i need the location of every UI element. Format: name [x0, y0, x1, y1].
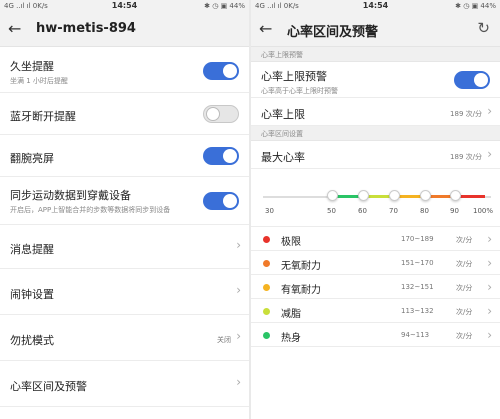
setting-upper-alert[interactable]: 心率上限预警 心率高于心率上限时预警	[251, 62, 500, 98]
tick-label: 100%	[473, 207, 494, 215]
chevron-right-icon: ›	[487, 147, 492, 161]
heart-rate-zone-slider: 30 50 60 70 80 90 100%	[251, 169, 500, 227]
slider-handle-50[interactable]	[327, 190, 338, 201]
zone-row-anaerobic[interactable]: 无氧耐力 151~170 次/分 ›	[251, 251, 500, 275]
zone-row-fatburn[interactable]: 减脂 113~132 次/分 ›	[251, 299, 500, 323]
back-arrow-icon[interactable]: ←	[8, 19, 21, 38]
row-label: 心率区间及预警	[10, 380, 87, 393]
zone-color-dot	[263, 308, 270, 315]
setting-sync-data[interactable]: 同步运动数据到穿戴设备 开启后，APP上智能合并的步数等数据将同步到设备	[0, 177, 249, 225]
upper-limit-value: 189 次/分	[450, 110, 482, 118]
zone-unit: 次/分	[456, 284, 473, 292]
chevron-right-icon: ›	[487, 256, 492, 270]
wrist-wake-toggle[interactable]	[203, 147, 239, 165]
row-label: 闹钟设置	[10, 288, 54, 301]
chevron-right-icon: ›	[236, 283, 241, 297]
left-screen: 4G ..ıl ıl 0K/s 14:54 ✱ ◷ ▣ 44% ← hw-met…	[0, 0, 249, 419]
battery-status: ✱ ◷ ▣ 44%	[204, 2, 245, 10]
zone-row-aerobic[interactable]: 有氧耐力 132~151 次/分 ›	[251, 275, 500, 299]
tick-label: 60	[358, 207, 367, 215]
upper-alert-toggle[interactable]	[454, 71, 490, 89]
zone-range: 113~132	[401, 307, 434, 315]
setting-max-heart-rate[interactable]: 最大心率 189 次/分 ›	[251, 141, 500, 169]
page-title: hw-metis-894	[36, 21, 136, 36]
sync-toggle[interactable]	[203, 192, 239, 210]
slider-handle-60[interactable]	[358, 190, 369, 201]
setting-heart-rate-zones[interactable]: 心率区间及预警 ›	[0, 361, 249, 407]
setting-wrist-wake[interactable]: 翻腕亮屏	[0, 135, 249, 177]
zone-color-dot	[263, 260, 270, 267]
chevron-right-icon: ›	[487, 328, 492, 342]
zone-color-dot	[263, 236, 270, 243]
section-header-upper-limit: 心率上限预警	[251, 47, 500, 62]
setting-sedentary-reminder[interactable]: 久坐提醒 坐满 1 小时后提醒	[0, 47, 249, 93]
setting-alarm[interactable]: 闹钟设置 ›	[0, 269, 249, 315]
chevron-right-icon: ›	[236, 238, 241, 252]
section-header-zones: 心率区间设置	[251, 126, 500, 141]
tick-label: 30	[265, 207, 274, 215]
right-screen: 4G ..ıl ıl 0K/s 14:54 ✱ ◷ ▣ 44% ← 心率区间及预…	[251, 0, 500, 419]
app-bar: ← hw-metis-894	[0, 13, 249, 47]
page-title: 心率区间及预警	[287, 25, 379, 40]
zone-row-max[interactable]: 极限 170~189 次/分 ›	[251, 227, 500, 251]
tick-label: 50	[327, 207, 336, 215]
chevron-right-icon: ›	[236, 329, 241, 343]
zone-name: 极限	[281, 237, 301, 248]
zone-row-warmup[interactable]: 热身 94~113 次/分 ›	[251, 323, 500, 347]
zone-range: 94~113	[401, 331, 430, 339]
sedentary-toggle[interactable]	[203, 62, 239, 80]
zone-color-dot	[263, 284, 270, 291]
slider-handle-90[interactable]	[450, 190, 461, 201]
row-sublabel: 开启后，APP上智能合并的步数等数据将同步到设备	[10, 206, 171, 214]
zone-unit: 次/分	[456, 308, 473, 316]
app-bar: ← 心率区间及预警 ↻	[251, 13, 500, 47]
max-hr-value: 189 次/分	[450, 153, 482, 161]
bluetooth-toggle[interactable]	[203, 105, 239, 123]
row-label: 消息提醒	[10, 243, 54, 256]
status-bar: 4G ..ıl ıl 0K/s 14:54 ✱ ◷ ▣ 44%	[0, 0, 249, 13]
setting-do-not-disturb[interactable]: 勿扰模式 关闭 ›	[0, 315, 249, 361]
zone-range: 170~189	[401, 235, 434, 243]
tick-label: 80	[420, 207, 429, 215]
zone-name: 热身	[281, 333, 301, 344]
row-label: 勿扰模式	[10, 334, 54, 347]
zone-name: 有氧耐力	[281, 285, 321, 296]
tick-label: 70	[389, 207, 398, 215]
chevron-right-icon: ›	[487, 280, 492, 294]
zone-name: 无氧耐力	[281, 261, 321, 272]
zone-name: 减脂	[281, 309, 301, 320]
setting-bluetooth-disconnect[interactable]: 蓝牙断开提醒	[0, 93, 249, 135]
zone-range: 151~170	[401, 259, 434, 267]
status-bar: 4G ..ıl ıl 0K/s 14:54 ✱ ◷ ▣ 44%	[251, 0, 500, 13]
refresh-icon[interactable]: ↻	[477, 19, 490, 37]
zone-range: 132~151	[401, 283, 434, 291]
setting-upper-limit[interactable]: 心率上限 189 次/分 ›	[251, 98, 500, 126]
chevron-right-icon: ›	[487, 304, 492, 318]
setting-message-reminder[interactable]: 消息提醒 ›	[0, 225, 249, 269]
chevron-right-icon: ›	[487, 104, 492, 118]
zone-color-dot	[263, 332, 270, 339]
chevron-right-icon: ›	[236, 375, 241, 389]
back-arrow-icon[interactable]: ←	[259, 19, 272, 38]
slider-handle-80[interactable]	[420, 190, 431, 201]
zone-unit: 次/分	[456, 260, 473, 268]
tick-label: 90	[450, 207, 459, 215]
dnd-value: 关闭	[217, 336, 231, 344]
battery-status: ✱ ◷ ▣ 44%	[455, 2, 496, 10]
zone-unit: 次/分	[456, 332, 473, 340]
slider-handle-70[interactable]	[389, 190, 400, 201]
chevron-right-icon: ›	[487, 232, 492, 246]
zone-unit: 次/分	[456, 236, 473, 244]
